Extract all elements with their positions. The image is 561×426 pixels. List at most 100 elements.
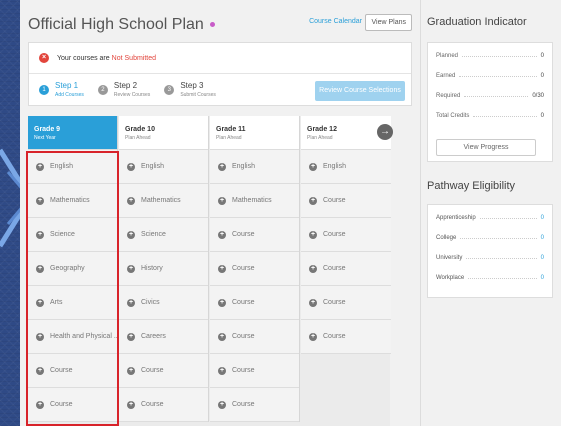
add-course-icon: +: [127, 400, 135, 409]
tab-grade-10[interactable]: Grade 10 Plan Ahead: [119, 116, 208, 150]
course-label: Course: [50, 367, 73, 374]
add-course-icon: +: [127, 298, 135, 307]
graduation-indicator-title: Graduation Indicator: [427, 16, 527, 28]
add-course-icon: +: [36, 366, 44, 375]
step-2-title: Step 2: [113, 81, 138, 90]
add-course-icon: +: [309, 264, 317, 273]
add-course-icon: +: [127, 230, 135, 239]
course-slot[interactable]: + Course: [210, 320, 299, 354]
tab-grade-9[interactable]: Grade 9 Next Year: [28, 116, 117, 150]
review-course-selections-button[interactable]: Review Course Selections: [315, 81, 405, 101]
course-slot[interactable]: + Civics: [119, 286, 208, 320]
grade-subtitle: Plan Ahead: [125, 135, 151, 141]
course-slot[interactable]: + English: [119, 150, 208, 184]
course-label: Course: [323, 231, 346, 238]
metric-value: 0: [540, 53, 544, 59]
add-course-icon: +: [127, 196, 135, 205]
submission-status-card: × Your courses are Not Submitted 1 Step …: [28, 42, 412, 106]
course-slot[interactable]: + Careers: [119, 320, 208, 354]
course-slot[interactable]: + Course: [301, 320, 391, 354]
course-calendar-link[interactable]: Course Calendar: [309, 18, 362, 25]
course-label: Course: [323, 197, 346, 204]
status-divider: [29, 73, 411, 74]
course-slot[interactable]: + Health and Physical ...: [28, 320, 117, 354]
course-slot[interactable]: + English: [301, 150, 391, 184]
pathway-value: 0: [540, 215, 544, 221]
course-slot[interactable]: + Course: [119, 388, 208, 422]
course-label: Civics: [141, 299, 160, 306]
pathway-eligibility-card: Apprenticeship 0 College 0 University 0 Wor…: [427, 204, 553, 298]
course-label: Course: [232, 333, 255, 340]
step-1-subtitle: Add Courses: [55, 92, 84, 98]
course-slot[interactable]: + English: [28, 150, 117, 184]
add-course-icon: +: [36, 298, 44, 307]
grade-title: Grade 12: [307, 126, 337, 133]
add-course-icon: +: [36, 400, 44, 409]
grade-subtitle: Plan Ahead: [307, 135, 333, 141]
step-3-subtitle: Submit Courses: [180, 92, 216, 98]
step-2-subtitle: Review Courses: [113, 92, 151, 98]
course-slot[interactable]: + Course: [210, 354, 299, 388]
add-course-icon: +: [309, 230, 317, 239]
metric-value: 0: [540, 113, 544, 119]
grade-title: Grade 11: [216, 126, 246, 133]
pathway-value: 0: [540, 235, 544, 241]
view-progress-button[interactable]: View Progress: [436, 139, 536, 156]
grade-table: Grade 9 Next Year + English + Mathematics + Sci…: [28, 116, 391, 426]
course-slot[interactable]: + Course: [301, 286, 391, 320]
error-x-icon: ×: [39, 53, 49, 63]
course-slot[interactable]: + Science: [119, 218, 208, 252]
course-slot[interactable]: + Course: [210, 252, 299, 286]
course-slot[interactable]: + Course: [210, 388, 299, 422]
course-slot[interactable]: + Course: [28, 354, 117, 388]
view-plans-button[interactable]: View Plans: [365, 14, 412, 31]
add-course-icon: +: [127, 332, 135, 341]
course-slot[interactable]: + English: [210, 150, 299, 184]
course-slot[interactable]: + Course: [210, 218, 299, 252]
course-label: English: [141, 163, 164, 170]
submission-status: × Your courses are Not Submitted: [39, 53, 156, 63]
tab-grade-11[interactable]: Grade 11 Plan Ahead: [210, 116, 299, 150]
course-slot[interactable]: + Arts: [28, 286, 117, 320]
course-slot[interactable]: + Mathematics: [28, 184, 117, 218]
metric-required: Required 0/30: [436, 93, 544, 99]
add-course-icon: +: [36, 230, 44, 239]
add-course-icon: +: [218, 196, 226, 205]
course-slot[interactable]: + Course: [28, 388, 117, 422]
add-course-icon: +: [309, 298, 317, 307]
course-slot[interactable]: + Course: [301, 218, 391, 252]
pathway-value: 0: [540, 275, 544, 281]
add-course-icon: +: [218, 332, 226, 341]
step-1[interactable]: 1 Step 1 Add Courses: [39, 81, 84, 98]
course-label: Geography: [50, 265, 85, 272]
add-course-icon: +: [309, 196, 317, 205]
course-slot[interactable]: + Course: [301, 252, 391, 286]
grade-column-11: Grade 11 Plan Ahead + English + Mathematics + C…: [210, 116, 300, 422]
status-dot-icon: [209, 22, 215, 28]
grade-column-12: Grade 12 Plan Ahead + English + Course + Course…: [301, 116, 391, 354]
pathway-value: 0: [540, 255, 544, 261]
status-value: Not Submitted: [111, 54, 157, 62]
step-1-number-icon: 1: [39, 85, 49, 95]
pathway-university: University 0: [436, 255, 544, 261]
add-course-icon: +: [127, 264, 135, 273]
course-slot[interactable]: + Course: [210, 286, 299, 320]
next-grades-arrow-icon[interactable]: →: [377, 124, 393, 140]
course-slot[interactable]: + History: [119, 252, 208, 286]
step-3[interactable]: 3 Step 3 Submit Courses: [164, 81, 216, 98]
metric-label: Planned: [436, 53, 459, 59]
course-slot[interactable]: + Course: [301, 184, 391, 218]
add-course-icon: +: [36, 332, 44, 341]
course-label: Course: [232, 265, 255, 272]
course-label: Course: [141, 401, 164, 408]
course-slot[interactable]: + Mathematics: [210, 184, 299, 218]
metric-earned: Earned 0: [436, 73, 544, 79]
course-slot[interactable]: + Course: [119, 354, 208, 388]
course-slot[interactable]: + Mathematics: [119, 184, 208, 218]
course-slot[interactable]: + Geography: [28, 252, 117, 286]
course-slot[interactable]: + Science: [28, 218, 117, 252]
step-2[interactable]: 2 Step 2 Review Courses: [97, 81, 151, 98]
metric-value: 0: [540, 73, 544, 79]
metric-label: Total Credits: [436, 113, 470, 119]
page-title-text: Official High School Plan: [28, 16, 204, 33]
